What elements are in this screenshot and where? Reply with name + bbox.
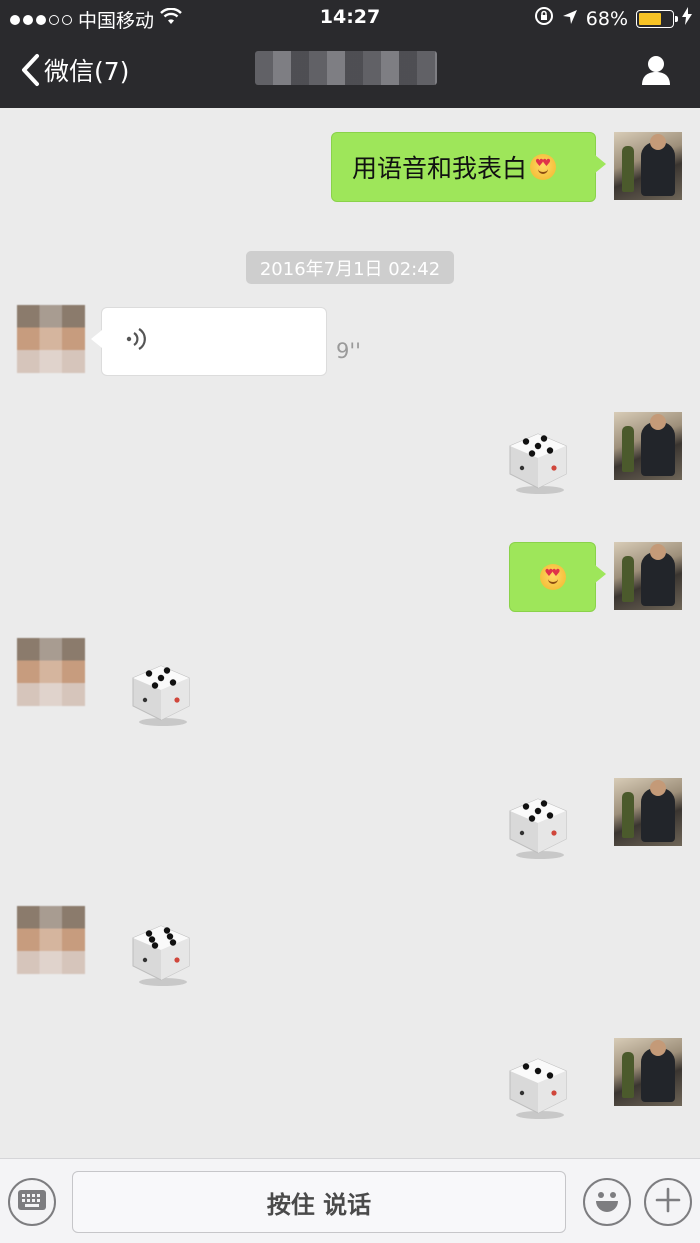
battery-icon xyxy=(636,9,678,28)
dice-pip xyxy=(534,1067,542,1075)
dice-pip xyxy=(534,442,542,450)
dice-pip xyxy=(169,679,177,686)
dice-message[interactable] xyxy=(502,1049,574,1121)
dice-message[interactable] xyxy=(502,789,574,861)
message-list[interactable]: 用语音和我表白 2016年7月1日 02:42 9'' xyxy=(0,108,700,1158)
my-avatar[interactable] xyxy=(614,778,682,846)
orientation-lock-icon xyxy=(534,6,554,31)
voice-duration: 9'' xyxy=(336,339,361,363)
dice-pip xyxy=(540,435,548,442)
dice-pip xyxy=(522,1063,530,1070)
dice-pip xyxy=(540,800,548,807)
dice-5-icon xyxy=(509,798,567,859)
input-toolbar: 按住 说话 xyxy=(0,1158,700,1243)
chat-title-redacted xyxy=(255,51,437,85)
contact-avatar[interactable] xyxy=(17,906,85,974)
hold-to-talk-button[interactable]: 按住 说话 xyxy=(72,1171,566,1233)
dice-pip xyxy=(546,447,554,454)
dice-message[interactable] xyxy=(502,424,574,496)
dice-pip xyxy=(145,670,153,677)
more-actions-button[interactable] xyxy=(644,1178,692,1226)
back-label: 微信(7) xyxy=(44,57,130,86)
dice-pip xyxy=(546,1072,554,1079)
dice-pip xyxy=(148,936,156,943)
dice-pip xyxy=(157,674,165,682)
dice-pip xyxy=(151,682,159,689)
contact-avatar[interactable] xyxy=(17,638,85,706)
back-button[interactable]: 微信(7) xyxy=(20,52,129,88)
dice-pip xyxy=(528,450,536,457)
dice-5-icon xyxy=(132,665,190,726)
dice-pip xyxy=(169,939,177,946)
plus-icon xyxy=(654,1186,682,1218)
dice-pip xyxy=(522,803,530,810)
keyboard-icon xyxy=(17,1189,47,1215)
keyboard-toggle-button[interactable] xyxy=(8,1178,56,1226)
dice-pip xyxy=(166,933,174,940)
charging-bolt-icon xyxy=(682,7,692,30)
dice-message[interactable] xyxy=(125,916,197,988)
message-bubble-emoji[interactable] xyxy=(509,542,606,612)
dice-5-icon xyxy=(509,433,567,494)
contact-avatar[interactable] xyxy=(17,305,85,373)
heart-eyes-emoji-icon xyxy=(530,154,557,180)
my-avatar[interactable] xyxy=(614,1038,682,1106)
dice-pip xyxy=(145,930,153,937)
dice-pip xyxy=(151,942,159,949)
status-right: 68% xyxy=(534,6,692,31)
dice-pip xyxy=(528,815,536,822)
chevron-left-icon xyxy=(20,53,40,87)
my-avatar[interactable] xyxy=(614,412,682,480)
dice-pip xyxy=(546,812,554,819)
voice-wave-icon xyxy=(124,325,148,359)
dice-3-icon xyxy=(509,1058,567,1119)
my-avatar[interactable] xyxy=(614,132,682,200)
location-arrow-icon xyxy=(562,8,578,30)
my-avatar[interactable] xyxy=(614,542,682,610)
battery-percent: 68% xyxy=(585,7,628,30)
person-icon xyxy=(640,56,672,90)
dice-pip xyxy=(163,927,171,934)
voice-message-bubble[interactable] xyxy=(91,307,327,376)
heart-eyes-emoji-icon xyxy=(539,564,566,590)
dice-pip xyxy=(534,807,542,815)
message-text: 用语音和我表白 xyxy=(352,154,528,183)
status-bar: 中国移动 14:27 68% xyxy=(0,0,700,36)
chat-timestamp: 2016年7月1日 02:42 xyxy=(246,251,454,284)
message-bubble-text[interactable]: 用语音和我表白 xyxy=(331,132,606,202)
dice-pip xyxy=(522,438,530,445)
emoji-button[interactable] xyxy=(583,1178,631,1226)
nav-bar: 微信(7) xyxy=(0,36,700,108)
contact-info-button[interactable] xyxy=(640,54,672,90)
dice-message[interactable] xyxy=(125,656,197,728)
dice-6-icon xyxy=(132,925,190,986)
smiley-icon xyxy=(590,1183,624,1221)
dice-pip xyxy=(163,667,171,674)
